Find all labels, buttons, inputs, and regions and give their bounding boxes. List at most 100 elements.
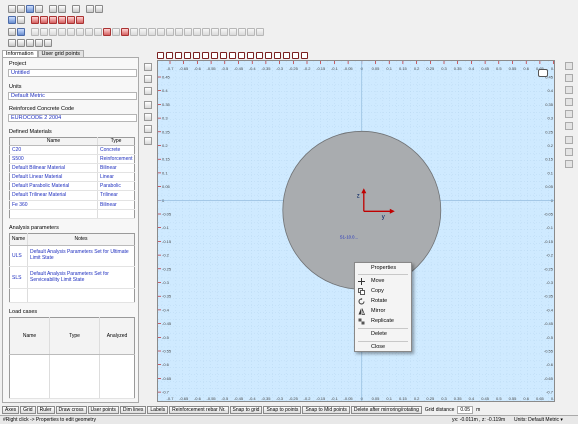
redo-icon[interactable]	[58, 5, 66, 13]
chart-icon[interactable]	[31, 16, 39, 24]
menu-item-delete[interactable]: Delete	[355, 330, 411, 339]
zoom-extents-icon[interactable]	[144, 137, 152, 145]
pointer-icon[interactable]	[144, 75, 152, 83]
new-file-icon[interactable]	[8, 5, 16, 13]
line-draw-icon[interactable]	[565, 136, 573, 144]
grid-toggle[interactable]: Grid	[20, 405, 36, 414]
table-icon[interactable]	[8, 16, 16, 24]
tool-icon-13[interactable]	[157, 28, 165, 36]
settings-icon[interactable]	[35, 39, 43, 47]
layout-icon[interactable]	[44, 39, 52, 47]
tool-icon-15[interactable]	[175, 28, 183, 36]
channel-section-icon[interactable]	[265, 51, 272, 59]
tool-icon-4[interactable]	[58, 28, 66, 36]
snap-to-grid-toggle[interactable]: Snap to grid	[229, 405, 263, 414]
copy-layer-icon[interactable]	[565, 110, 573, 118]
move-tool-icon[interactable]	[292, 51, 299, 59]
open-folder-icon[interactable]	[17, 5, 25, 13]
undo-icon[interactable]	[49, 5, 57, 13]
analysis-icon[interactable]	[103, 28, 111, 36]
table-row[interactable]: ULS Default Analysis Parameters Set for U…	[9, 245, 135, 268]
rebar-number-toggle[interactable]: Reinforcement rebar Nr.	[169, 405, 229, 414]
tool-icon-3[interactable]	[49, 28, 57, 36]
menu-item-copy[interactable]: Copy	[355, 287, 411, 296]
user-points-toggle[interactable]: User points	[87, 405, 119, 414]
tool-icon-9[interactable]	[112, 28, 120, 36]
ellipse-tool-icon[interactable]	[220, 51, 227, 59]
menu-item-close[interactable]: Close	[355, 343, 411, 352]
tool-icon-20[interactable]	[220, 28, 228, 36]
tool-icon-7[interactable]	[85, 28, 93, 36]
tool-icon-21[interactable]	[229, 28, 237, 36]
pan-icon[interactable]	[144, 87, 152, 95]
results-icon[interactable]	[121, 28, 129, 36]
i-section-icon[interactable]	[193, 51, 200, 59]
tool-icon-8[interactable]	[94, 28, 102, 36]
table-row[interactable]: S500 Reinforcement	[9, 154, 135, 164]
menu-item-rotate[interactable]: Rotate	[355, 297, 411, 306]
paste-icon[interactable]	[95, 5, 103, 13]
edit-icon[interactable]	[8, 28, 16, 36]
rectangle-tool-icon[interactable]	[157, 51, 164, 59]
rebar-circle-icon[interactable]	[238, 51, 245, 59]
tool-icon-1[interactable]	[31, 28, 39, 36]
moment-curvature-icon[interactable]	[58, 16, 66, 24]
interaction-diagram-icon[interactable]	[67, 16, 75, 24]
dim-lines-toggle[interactable]: Dim lines	[119, 405, 147, 414]
tool-icon-14[interactable]	[166, 28, 174, 36]
tool-icon-23[interactable]	[247, 28, 255, 36]
shape-icon[interactable]	[17, 28, 25, 36]
tool-icon-11[interactable]	[139, 28, 147, 36]
ring-tool-icon[interactable]	[211, 51, 218, 59]
tab-user-grid-points[interactable]: User grid points	[37, 50, 85, 57]
stress-plot-icon[interactable]	[76, 16, 84, 24]
curve-draw-icon[interactable]	[565, 160, 573, 168]
ruler-toggle[interactable]: Ruler	[36, 405, 55, 414]
labels-toggle[interactable]: Labels	[147, 405, 169, 414]
measure-icon[interactable]	[565, 98, 573, 106]
zoom-out-icon[interactable]	[144, 113, 152, 121]
table-row[interactable]: Default Parabolic Material Parabolic	[9, 181, 135, 192]
zoom-window-icon[interactable]	[144, 125, 152, 133]
tool-icon-5[interactable]	[67, 28, 75, 36]
table-row[interactable]: Default Linear Material Linear	[9, 172, 135, 183]
tool-icon-6[interactable]	[76, 28, 84, 36]
axes-toggle[interactable]: Axes	[2, 405, 20, 414]
camera-icon[interactable]	[538, 69, 548, 77]
tool-icon-12[interactable]	[148, 28, 156, 36]
document-icon[interactable]	[17, 39, 25, 47]
table-row[interactable]: Default Bilinear Material Bilinear	[9, 163, 135, 174]
tool-icon-18[interactable]	[202, 28, 210, 36]
units-selector[interactable]: Units: Default Metric ▾	[514, 416, 563, 424]
delete-layer-icon[interactable]	[565, 122, 573, 130]
line-tool-icon[interactable]	[283, 51, 290, 59]
table-row[interactable]: Fe 360 Bilinear	[9, 200, 135, 210]
report-icon[interactable]	[8, 39, 16, 47]
point-tool-icon[interactable]	[274, 51, 281, 59]
tool-icon-2[interactable]	[40, 28, 48, 36]
render-icon[interactable]	[565, 86, 573, 94]
tool-icon-16[interactable]	[184, 28, 192, 36]
table-row[interactable]: C20 Concrete	[9, 145, 135, 155]
save-as-icon[interactable]	[35, 5, 43, 13]
angle-section-icon[interactable]	[256, 51, 263, 59]
project-field[interactable]: Untitled	[8, 69, 137, 77]
save-icon[interactable]	[26, 5, 34, 13]
copy-icon[interactable]	[86, 5, 94, 13]
menu-item-mirror[interactable]: Mirror	[355, 307, 411, 316]
draw-cross-toggle[interactable]: Draw cross	[55, 405, 87, 414]
tool-icon-19[interactable]	[211, 28, 219, 36]
menu-item-move[interactable]: Move	[355, 277, 411, 286]
print-icon[interactable]	[72, 5, 80, 13]
table-row[interactable]: Default Trilinear Material Trilinear	[9, 190, 135, 201]
rebar-line-icon[interactable]	[247, 51, 254, 59]
curve-icon[interactable]	[40, 16, 48, 24]
cross-tool-icon[interactable]	[301, 51, 308, 59]
tool-icon-10[interactable]	[130, 28, 138, 36]
layer-icon[interactable]	[565, 62, 573, 70]
delete-after-mirroring-toggle[interactable]: Delete after mirroring/rotating	[350, 405, 422, 414]
view-icon[interactable]	[565, 74, 573, 82]
select-icon[interactable]	[144, 63, 152, 71]
menu-item-properties[interactable]: Properties	[355, 264, 411, 273]
units-field[interactable]: Default Metric	[8, 92, 137, 100]
